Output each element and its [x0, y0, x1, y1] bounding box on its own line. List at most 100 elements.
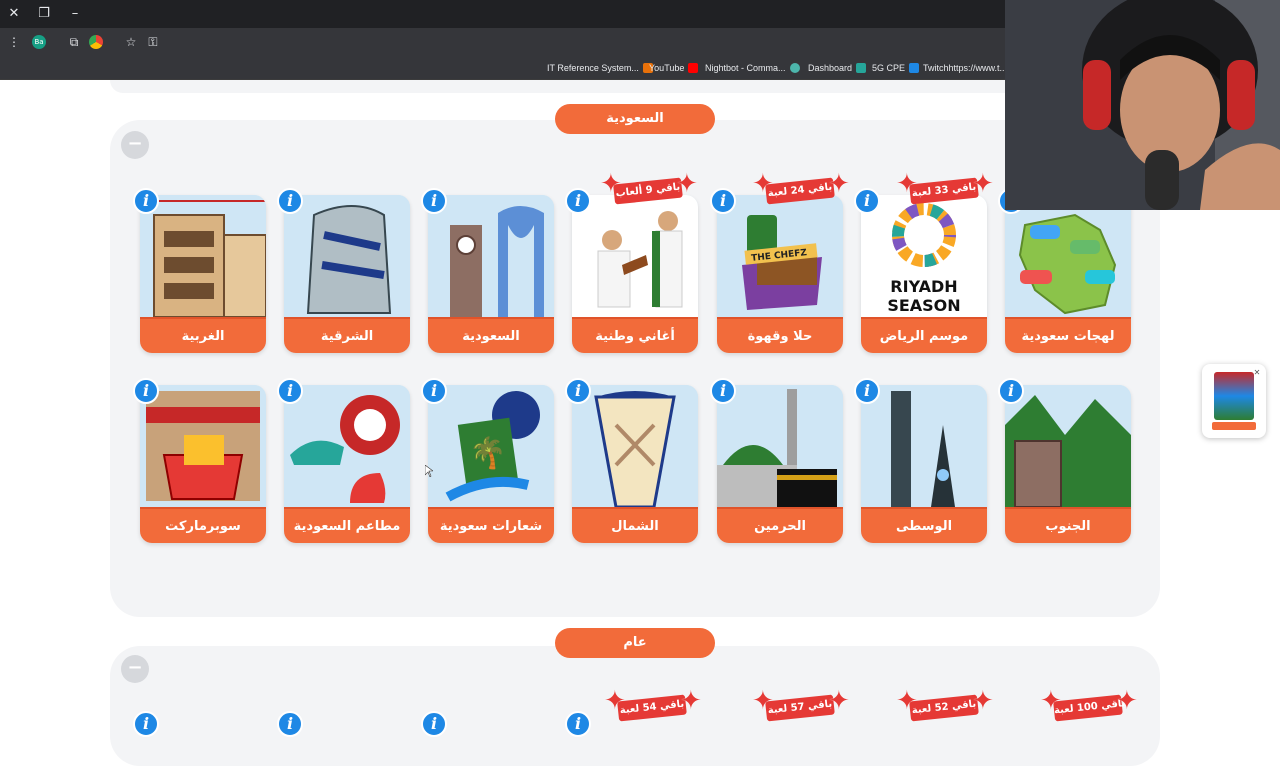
category-label: الغربية: [140, 317, 266, 353]
remaining-games-ribbon: ✦ باقي 57 لعبة ✦: [752, 688, 850, 722]
close-window-icon[interactable]: ✕: [4, 4, 24, 24]
restore-window-icon[interactable]: ❐: [34, 4, 54, 24]
previous-section-panel: [110, 80, 1160, 93]
northern-tower-art: [572, 385, 698, 507]
bookmark-star-icon[interactable]: ☆: [122, 33, 140, 51]
category-card-saudi-restaurants[interactable]: مطاعم السعودية: [284, 385, 410, 543]
bookmark-item[interactable]: IT Reference System...: [547, 61, 653, 75]
category-card-supermarket[interactable]: سوبرماركت: [140, 385, 266, 543]
info-icon[interactable]: i: [421, 378, 447, 404]
info-icon[interactable]: i: [421, 711, 447, 737]
category-card-dialects[interactable]: لهجات سعودية: [1005, 195, 1131, 353]
bookmark-item[interactable]: YouTube: [649, 61, 699, 75]
info-icon[interactable]: i: [133, 378, 159, 404]
category-label: الشرقية: [284, 317, 410, 353]
restaurants-art: [284, 385, 410, 507]
category-label: الشمال: [572, 507, 698, 543]
remaining-games-ribbon: ✦ باقي 100 لعبة ✦: [1040, 688, 1138, 722]
floating-ad-widget[interactable]: ✕: [1202, 364, 1266, 438]
category-label: سوبرماركت: [140, 507, 266, 543]
section-title-saudi[interactable]: السعودية: [555, 104, 715, 134]
bookmark-item[interactable]: Dashboard: [808, 61, 867, 75]
category-card-saudi[interactable]: السعودية: [428, 195, 554, 353]
info-icon[interactable]: i: [710, 378, 736, 404]
nightbot-icon: [789, 63, 800, 73]
star-icon: ✦: [972, 686, 994, 716]
category-label: موسم الرياض: [861, 317, 987, 353]
category-card-south[interactable]: الجنوب: [1005, 385, 1131, 543]
minimize-window-icon[interactable]: –: [65, 4, 85, 24]
category-label: مطاعم السعودية: [284, 507, 410, 543]
info-icon[interactable]: i: [277, 188, 303, 214]
category-card-western[interactable]: الغربية: [140, 195, 266, 353]
chrome-apps-icon[interactable]: [89, 35, 103, 49]
category-card-riyadh-season[interactable]: RIYADH SEASON موسم الرياض: [861, 195, 987, 353]
info-icon[interactable]: i: [565, 188, 591, 214]
palm-icon: 🌴: [469, 435, 506, 471]
category-card-north[interactable]: الشمال: [572, 385, 698, 543]
category-label: لهجات سعودية: [1005, 317, 1131, 353]
historic-jeddah-art: [140, 195, 266, 317]
national-songs-art: [572, 195, 698, 317]
star-icon: ✦: [1116, 686, 1138, 716]
ithra-building-art: [284, 195, 410, 317]
info-icon[interactable]: i: [277, 378, 303, 404]
category-label: الوسطى: [861, 507, 987, 543]
info-icon[interactable]: i: [710, 188, 736, 214]
category-label: أغاني وطنية: [572, 317, 698, 353]
category-card-sweets-coffee[interactable]: THE CHEFZ حلا وقهوة: [717, 195, 843, 353]
extensions-icon[interactable]: ⧉: [65, 33, 83, 51]
saudi-map-art: [1005, 195, 1131, 317]
collapse-section-button[interactable]: −: [121, 131, 149, 159]
remaining-games-ribbon: ✦ باقي 54 لعبة ✦: [604, 688, 702, 722]
bookmark-item[interactable]: Nightbot - Comma...: [705, 61, 800, 75]
info-icon[interactable]: i: [421, 188, 447, 214]
remaining-games-ribbon: ✦ باقي 33 لعبة ✦: [896, 171, 994, 205]
info-icon[interactable]: i: [854, 188, 880, 214]
info-icon[interactable]: i: [854, 378, 880, 404]
category-card-national-songs[interactable]: أغاني وطنية: [572, 195, 698, 353]
webcam-overlay: [1005, 0, 1280, 210]
info-icon[interactable]: i: [998, 378, 1024, 404]
info-icon[interactable]: i: [133, 188, 159, 214]
star-icon: ✦: [680, 686, 702, 716]
mouse-cursor-icon: [425, 465, 433, 477]
cpe-icon: [909, 63, 920, 73]
star-icon: ✦: [676, 169, 698, 199]
info-icon[interactable]: i: [277, 711, 303, 737]
bookmark-item[interactable]: 5G CPE: [872, 61, 920, 75]
riyadh-towers-art: [861, 385, 987, 507]
webcam-person-image: [1005, 0, 1280, 210]
bookmark-item[interactable]: Twitchhttps://www.t...: [923, 61, 1007, 75]
svg-text:SEASON: SEASON: [887, 296, 960, 315]
collapse-section-button[interactable]: −: [121, 655, 149, 683]
menu-dots-icon[interactable]: ⋮: [5, 33, 23, 51]
info-icon[interactable]: i: [565, 378, 591, 404]
sweets-coffee-art: THE CHEFZ: [717, 195, 843, 317]
dashboard-icon: [856, 63, 867, 73]
key-icon[interactable]: ⚿: [144, 33, 162, 51]
kingdom-tower-art: [428, 195, 554, 317]
profile-avatar[interactable]: Ba: [32, 35, 46, 49]
info-icon[interactable]: i: [133, 711, 159, 737]
star-icon: ✦: [972, 169, 994, 199]
section-title-general[interactable]: عام: [555, 628, 715, 658]
youtube-icon: [688, 63, 699, 73]
saudi-logos-art: 🌴: [428, 385, 554, 507]
category-card-holy-mosques[interactable]: الحرمين: [717, 385, 843, 543]
supermarket-art: [140, 385, 266, 507]
southern-mountains-art: [1005, 385, 1131, 507]
remaining-games-ribbon: ✦ باقي 52 لعبة ✦: [896, 688, 994, 722]
category-card-central[interactable]: الوسطى: [861, 385, 987, 543]
remaining-games-ribbon: ✦ باقي 9 ألعاب ✦: [600, 171, 698, 205]
star-icon: ✦: [828, 169, 850, 199]
category-label: شعارات سعودية: [428, 507, 554, 543]
svg-text:RIYADH: RIYADH: [890, 277, 957, 296]
category-label: حلا وقهوة: [717, 317, 843, 353]
category-card-eastern[interactable]: الشرقية: [284, 195, 410, 353]
star-icon: ✦: [828, 686, 850, 716]
category-card-saudi-logos[interactable]: 🌴 شعارات سعودية: [428, 385, 554, 543]
ad-thumbnail: [1214, 372, 1254, 420]
ad-button[interactable]: [1212, 422, 1256, 430]
info-icon[interactable]: i: [565, 711, 591, 737]
